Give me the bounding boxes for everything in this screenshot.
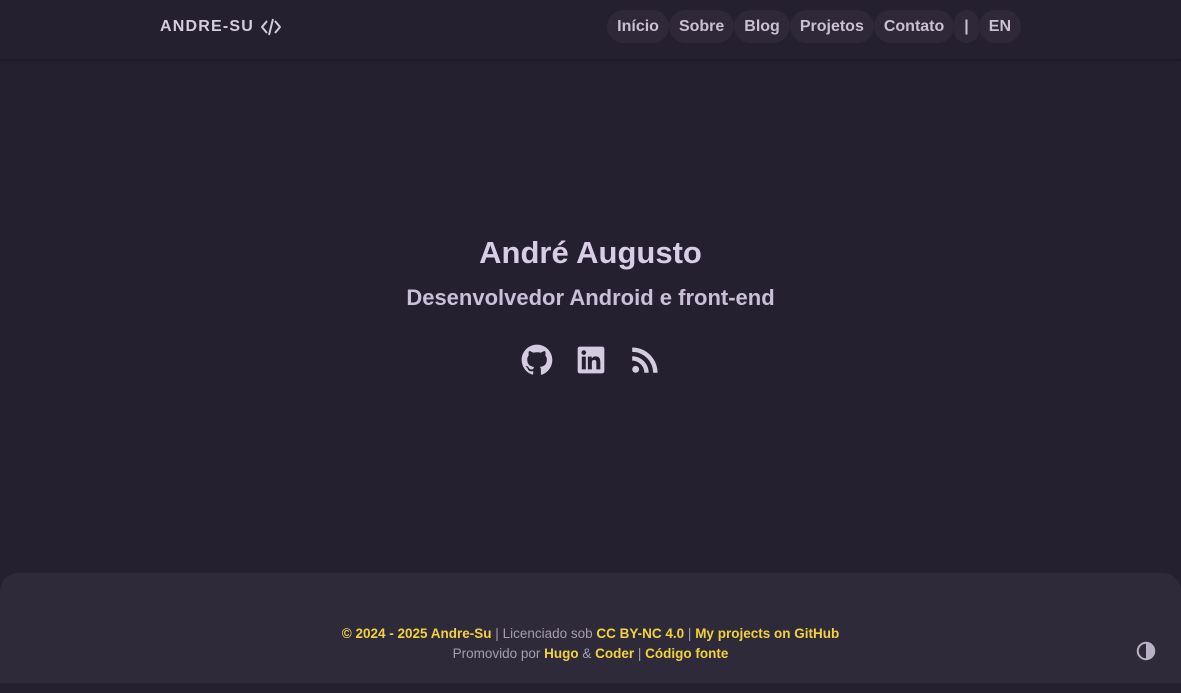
top-navbar: ANDRE-SU Início Sobre Blog Projetos Cont… [0, 0, 1181, 60]
brand-link[interactable]: ANDRE-SU [160, 16, 282, 38]
hero-section: André Augusto Desenvolvedor Android e fr… [0, 230, 1181, 376]
footer-sep-2: | [684, 626, 696, 641]
footer-amp: & [578, 646, 596, 661]
nav-separator: | [954, 10, 979, 43]
github-link[interactable] [521, 344, 553, 376]
footer-text: © 2024 - 2025 Andre-Su | Licenciado sob … [0, 624, 1181, 664]
main-nav: Início Sobre Blog Projetos Contato | EN [607, 10, 1021, 43]
hero-name: André Augusto [479, 235, 702, 270]
hugo-link[interactable]: Hugo [544, 646, 579, 661]
theme-toggle-button[interactable] [1135, 640, 1157, 662]
hero-subtitle: Desenvolvedor Android e front-end [406, 285, 775, 310]
footer-sep-3: | [634, 646, 646, 661]
rss-icon [631, 347, 658, 373]
license-link[interactable]: CC BY-NC 4.0 [596, 626, 684, 641]
linkedin-icon [577, 346, 604, 374]
page-footer: © 2024 - 2025 Andre-Su | Licenciado sob … [0, 573, 1181, 683]
nav-item-blog[interactable]: Blog [734, 10, 790, 43]
footer-sep-1: | [491, 626, 503, 641]
bottom-strip [0, 683, 1181, 693]
code-icon [260, 18, 282, 36]
nav-item-sobre[interactable]: Sobre [668, 10, 735, 43]
social-links [0, 344, 1181, 376]
github-icon [521, 344, 552, 375]
nav-item-inicio[interactable]: Início [607, 10, 669, 43]
licensed-text: Licenciado sob [502, 626, 597, 641]
brand-name: ANDRE-SU [160, 18, 255, 35]
github-projects-link[interactable]: My projects on GitHub [695, 626, 839, 641]
copyright-link[interactable]: © 2024 - 2025 Andre-Su [342, 626, 492, 641]
footer-line-2: Promovido por Hugo & Coder | Código font… [0, 644, 1181, 664]
source-code-link[interactable]: Código fonte [645, 646, 728, 661]
contrast-icon [1136, 641, 1156, 661]
footer-line-1: © 2024 - 2025 Andre-Su | Licenciado sob … [0, 624, 1181, 644]
rss-link[interactable] [629, 344, 661, 376]
coder-link[interactable]: Coder [595, 646, 634, 661]
language-switch[interactable]: EN [978, 10, 1021, 43]
powered-text: Promovido por [452, 646, 545, 661]
nav-item-projetos[interactable]: Projetos [789, 10, 874, 43]
linkedin-link[interactable] [575, 344, 607, 376]
nav-item-contato[interactable]: Contato [873, 10, 955, 43]
